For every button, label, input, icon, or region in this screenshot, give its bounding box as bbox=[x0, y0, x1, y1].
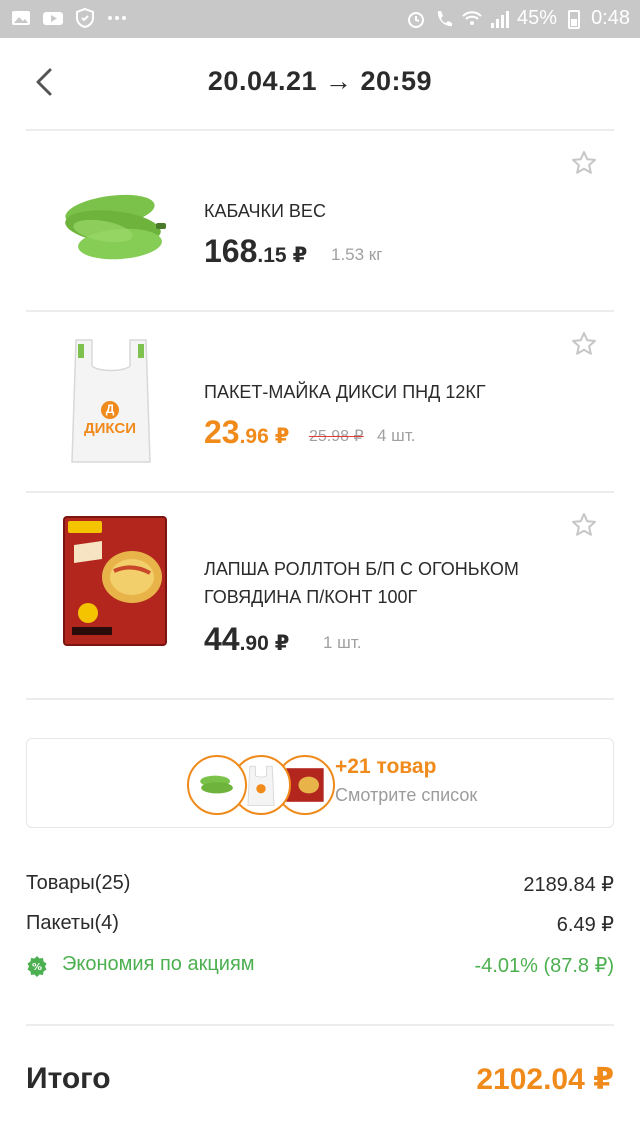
thumbnails bbox=[187, 755, 337, 815]
more-items-subtitle: Смотрите список bbox=[335, 785, 478, 805]
price-currency: ₽ bbox=[292, 244, 308, 267]
price-fraction: .90 bbox=[239, 632, 269, 655]
price-fraction: .96 bbox=[239, 425, 269, 448]
divider bbox=[26, 1024, 614, 1026]
status-bar: 45% 0:48 bbox=[0, 0, 640, 38]
total-row: Итого 2102.04 ₽ bbox=[26, 1060, 614, 1104]
price-integer: 44 bbox=[204, 621, 240, 657]
more-dots-icon bbox=[108, 16, 126, 20]
noodle-pack-image bbox=[63, 516, 167, 646]
clock: 0:48 bbox=[591, 7, 630, 29]
summary-bags-row: Пакеты(4) 6.49 ₽ bbox=[26, 912, 614, 942]
signal-icon bbox=[491, 10, 510, 28]
item-price: 23 .96 ₽ bbox=[204, 414, 289, 451]
summary-goods-label: Товары(25) bbox=[26, 872, 131, 894]
more-items-card[interactable]: +21 товар Смотрите список bbox=[26, 738, 614, 828]
item-name-line: ГОВЯДИНА П/КОНТ 100Г bbox=[204, 587, 418, 607]
summary-bags-label: Пакеты(4) bbox=[26, 912, 119, 934]
discount-badge-icon: % bbox=[27, 956, 47, 977]
item-name-line: ЛАПША РОЛЛТОН Б/П С ОГОНЬКОМ bbox=[204, 559, 519, 579]
price-integer: 23 bbox=[204, 414, 240, 450]
item-name: КАБАЧКИ ВЕС bbox=[204, 201, 326, 221]
status-bar-left bbox=[10, 7, 128, 29]
price-fraction: .15 bbox=[257, 244, 287, 267]
battery-percent: 45% bbox=[517, 7, 558, 29]
summary-savings-label: Экономия по акциям bbox=[62, 953, 255, 975]
favorite-star-icon[interactable] bbox=[570, 511, 598, 539]
list-item[interactable]: КАБАЧКИ ВЕС 168 .15 ₽ 1.53 кг bbox=[0, 131, 640, 311]
thumbnail-zucchini bbox=[187, 755, 247, 815]
zucchini-image bbox=[65, 194, 166, 260]
bag-brand: ДИКСИ bbox=[83, 420, 137, 437]
bag-logo-letter: Д bbox=[105, 402, 115, 416]
page-title: 20.04.21 → 20:59 bbox=[207, 66, 433, 96]
summary-savings-row: % Экономия по акциям -4.01% (87.8 ₽) bbox=[26, 953, 614, 983]
summary-savings-value: -4.01% (87.8 ₽) bbox=[474, 955, 614, 977]
price-integer: 168 bbox=[204, 233, 258, 269]
item-name: ЛАПША РОЛЛТОН Б/П С ОГОНЬКОМ ГОВЯДИНА П/… bbox=[204, 555, 604, 611]
wifi-icon bbox=[462, 10, 482, 25]
item-name: ПАКЕТ-МАЙКА ДИКСИ ПНД 12КГ bbox=[204, 382, 486, 402]
plastic-bag-image bbox=[71, 339, 151, 463]
list-item[interactable]: ЛАПША РОЛЛТОН Б/П С ОГОНЬКОМ ГОВЯДИНА П/… bbox=[0, 493, 640, 699]
zucchini-thumbnail-icon bbox=[200, 775, 233, 794]
favorite-star-icon[interactable] bbox=[570, 149, 598, 177]
alarm-icon bbox=[408, 11, 425, 28]
old-price: 25.98 ₽ bbox=[309, 428, 364, 445]
youtube-icon bbox=[43, 12, 63, 25]
favorite-star-icon[interactable] bbox=[570, 330, 598, 358]
summary-goods-value: 2189.84 ₽ bbox=[523, 874, 614, 896]
battery-icon bbox=[568, 9, 581, 29]
more-items-count: +21 товар bbox=[335, 755, 437, 778]
summary-bags-value: 6.49 ₽ bbox=[556, 914, 614, 936]
list-item[interactable]: Д ДИКСИ ПАКЕТ-МАЙКА ДИКСИ ПНД 12КГ 23 .9… bbox=[0, 312, 640, 492]
item-price: 44 .90 ₽ bbox=[204, 621, 289, 658]
gallery-icon bbox=[12, 11, 30, 25]
divider bbox=[26, 698, 614, 700]
item-price: 168 .15 ₽ bbox=[204, 233, 307, 270]
header: 20.04.21 → 20:59 bbox=[0, 38, 640, 126]
price-currency: ₽ bbox=[274, 632, 290, 655]
item-quantity: 1 шт. bbox=[323, 633, 362, 652]
item-quantity: 1.53 кг bbox=[331, 245, 383, 264]
shield-icon bbox=[76, 7, 94, 29]
status-bar-right: 45% 0:48 bbox=[405, 7, 630, 30]
svg-text:%: % bbox=[32, 962, 42, 973]
item-quantity: 4 шт. bbox=[377, 426, 416, 445]
price-currency: ₽ bbox=[274, 425, 290, 448]
summary-goods-row: Товары(25) 2189.84 ₽ bbox=[26, 872, 614, 902]
total-label: Итого bbox=[26, 1062, 111, 1095]
call-icon bbox=[437, 10, 453, 26]
total-value: 2102.04 ₽ bbox=[476, 1063, 614, 1096]
